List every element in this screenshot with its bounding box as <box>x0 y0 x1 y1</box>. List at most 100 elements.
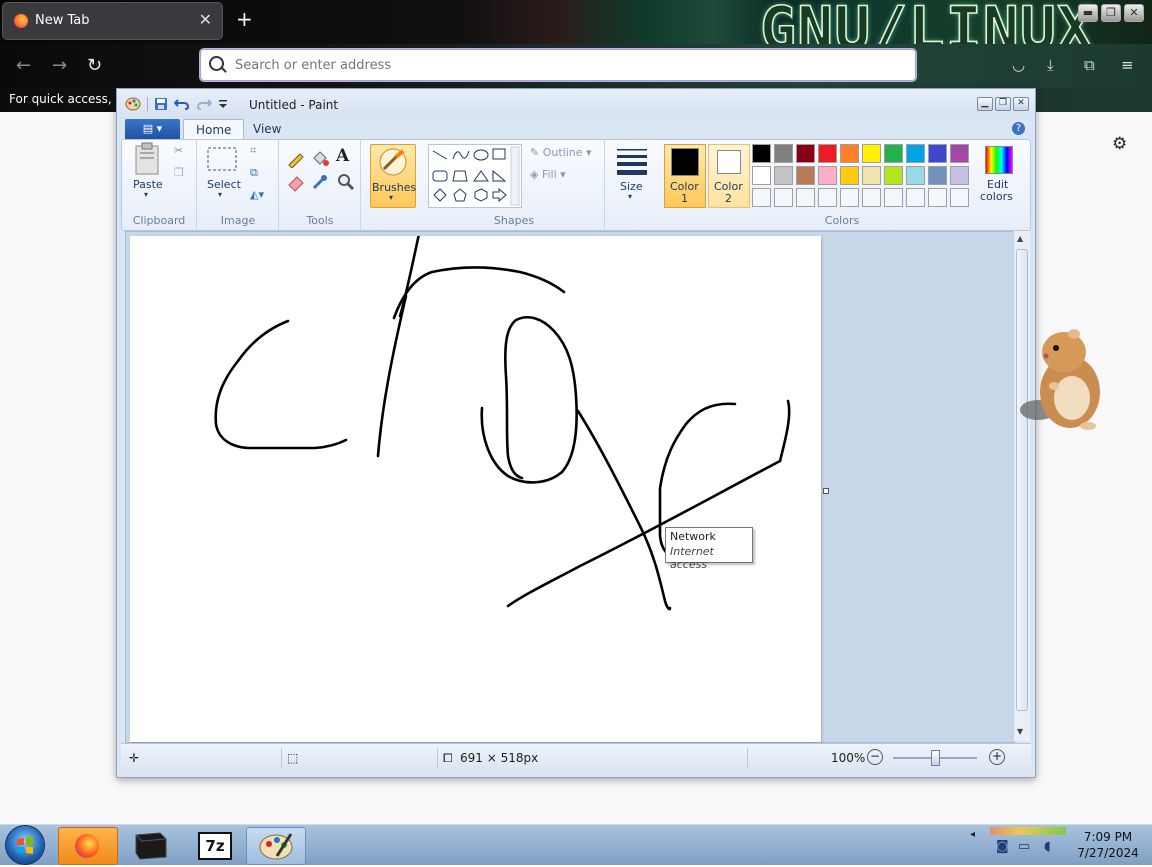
customize-qat-icon[interactable] <box>218 98 228 110</box>
cut-icon[interactable]: ✂ <box>174 144 183 157</box>
palette-custom-slot[interactable] <box>796 188 815 207</box>
palette-swatch[interactable] <box>884 166 903 185</box>
palette-swatch[interactable] <box>862 144 881 163</box>
palette-swatch[interactable] <box>840 166 859 185</box>
palette-swatch[interactable] <box>818 144 837 163</box>
palette-custom-slot[interactable] <box>862 188 881 207</box>
address-bar[interactable] <box>200 49 916 81</box>
fill-button[interactable]: ◈ Fill ▾ <box>530 168 566 181</box>
crop-icon[interactable]: ⌗ <box>250 144 256 158</box>
palette-swatch[interactable] <box>884 144 903 163</box>
palette-swatch[interactable] <box>774 144 793 163</box>
pocket-icon[interactable]: ◡ <box>1012 56 1025 74</box>
palette-swatch[interactable] <box>796 144 815 163</box>
paint-app-icon <box>125 97 141 111</box>
new-tab-button[interactable]: + <box>236 7 253 31</box>
taskbar-paint[interactable] <box>246 827 306 865</box>
paste-button[interactable]: Paste ▾ <box>128 142 168 204</box>
select-button[interactable]: Select ▾ <box>204 144 244 204</box>
magnifier-icon[interactable] <box>336 172 356 192</box>
edit-colors-button[interactable]: Edit colors <box>978 144 1018 206</box>
eraser-icon[interactable] <box>286 172 306 192</box>
vertical-scrollbar[interactable]: ▲ ▼ <box>1013 231 1030 741</box>
restore-icon[interactable]: ❐ <box>1101 4 1121 22</box>
zoom-out-icon[interactable]: − <box>867 749 883 765</box>
color-picker-icon[interactable] <box>310 172 330 192</box>
scroll-up-icon[interactable]: ▲ <box>1017 234 1023 243</box>
tray-expand-icon[interactable]: ◂ <box>970 829 975 840</box>
palette-swatch[interactable] <box>950 144 969 163</box>
browser-tab[interactable]: New Tab ✕ <box>3 3 222 39</box>
downloads-icon[interactable]: ⤓ <box>1047 56 1054 74</box>
forward-button[interactable]: → <box>52 55 67 76</box>
address-input[interactable] <box>233 54 907 76</box>
paint-minimize-icon[interactable]: ▁ <box>977 97 993 111</box>
back-button[interactable]: ← <box>16 55 31 76</box>
zoom-slider[interactable] <box>893 750 977 766</box>
help-icon[interactable]: ? <box>1012 122 1025 135</box>
paint-close-icon[interactable]: ✕ <box>1013 97 1029 111</box>
resize-icon[interactable]: ⧉ <box>250 166 258 180</box>
palette-custom-slot[interactable] <box>818 188 837 207</box>
color1-button[interactable]: Color 1 <box>664 144 706 208</box>
undo-icon[interactable] <box>174 97 190 111</box>
network-icon[interactable]: ▭ <box>1018 839 1030 854</box>
tab-home[interactable]: Home <box>183 119 245 140</box>
palette-custom-slot[interactable] <box>884 188 903 207</box>
palette-swatch[interactable] <box>906 166 925 185</box>
paint-window-title: Untitled - Paint <box>249 98 339 112</box>
palette-swatch[interactable] <box>928 166 947 185</box>
palette-swatch[interactable] <box>818 166 837 185</box>
palette-swatch[interactable] <box>928 144 947 163</box>
palette-swatch[interactable] <box>840 144 859 163</box>
palette-swatch[interactable] <box>752 166 771 185</box>
palette-swatch[interactable] <box>774 166 793 185</box>
color2-button[interactable]: Color 2 <box>708 144 750 208</box>
palette-custom-slot[interactable] <box>752 188 771 207</box>
volume-icon[interactable]: ◖ <box>1044 839 1051 854</box>
scroll-down-icon[interactable]: ▼ <box>1017 727 1023 736</box>
palette-custom-slot[interactable] <box>906 188 925 207</box>
brushes-button[interactable]: Brushes ▾ <box>370 144 416 208</box>
canvas-resize-handle[interactable] <box>823 488 829 494</box>
taskbar-firefox[interactable] <box>58 827 118 865</box>
redo-icon[interactable] <box>196 97 212 111</box>
tray-app-icon[interactable]: ◙ <box>996 839 1009 854</box>
palette-custom-slot[interactable] <box>840 188 859 207</box>
taskbar-clock[interactable]: 7:09 PM 7/27/2024 <box>1068 829 1148 861</box>
drawing-canvas[interactable]: Network Internet access <box>130 236 821 742</box>
menu-icon[interactable]: ≡ <box>1121 56 1134 74</box>
extensions-icon[interactable]: ⧉ <box>1084 56 1095 74</box>
palette-swatch[interactable] <box>950 166 969 185</box>
palette-custom-slot[interactable] <box>950 188 969 207</box>
file-menu-button[interactable]: ▤ ▾ <box>125 119 180 139</box>
close-icon[interactable]: ✕ <box>1124 4 1144 22</box>
palette-swatch[interactable] <box>796 166 815 185</box>
copy-icon[interactable]: ❐ <box>174 166 184 179</box>
rotate-icon[interactable]: ◭▾ <box>250 188 264 201</box>
gear-icon[interactable]: ⚙ <box>1112 134 1127 154</box>
palette-swatch[interactable] <box>906 144 925 163</box>
fill-icon[interactable] <box>310 148 330 168</box>
palette-swatch[interactable] <box>752 144 771 163</box>
minimize-icon[interactable]: ▬ <box>1078 4 1098 22</box>
taskbar-terminal[interactable] <box>122 827 180 863</box>
palette-custom-slot[interactable] <box>928 188 947 207</box>
save-icon[interactable] <box>154 97 168 111</box>
size-button[interactable]: Size ▾ <box>610 144 654 206</box>
zoom-in-icon[interactable]: + <box>989 749 1005 765</box>
reload-button[interactable]: ↻ <box>87 55 102 76</box>
tab-view[interactable]: View <box>241 119 293 139</box>
palette-custom-slot[interactable] <box>774 188 793 207</box>
zoom-slider-thumb[interactable] <box>931 750 940 766</box>
text-icon[interactable]: A <box>336 146 349 166</box>
close-tab-icon[interactable]: ✕ <box>199 10 212 29</box>
start-button[interactable] <box>6 826 44 864</box>
shapes-gallery[interactable] <box>428 144 522 208</box>
outline-button[interactable]: ✎ Outline ▾ <box>530 146 592 159</box>
pencil-icon[interactable] <box>286 148 306 168</box>
scrollbar-thumb[interactable] <box>1016 249 1028 711</box>
paint-maximize-icon[interactable]: ❐ <box>995 97 1011 111</box>
palette-swatch[interactable] <box>862 166 881 185</box>
taskbar-7zip[interactable]: 7z <box>184 827 242 863</box>
